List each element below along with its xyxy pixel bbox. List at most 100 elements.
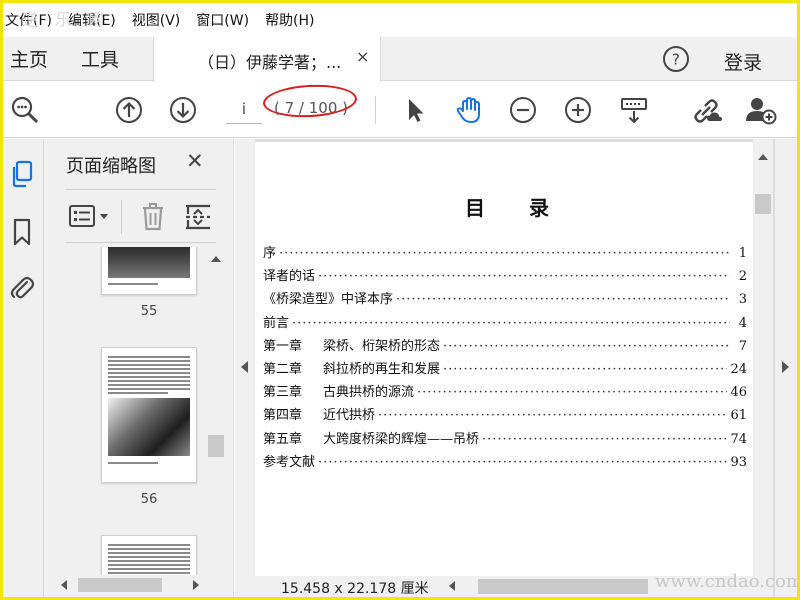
bookmark-icon[interactable] — [7, 217, 37, 247]
zoom-in-icon[interactable] — [561, 93, 595, 127]
scroll-up-arrow[interactable] — [758, 154, 768, 160]
close-panel-icon[interactable]: ✕ — [186, 149, 204, 173]
toc-entry[interactable]: 《桥梁造型》中译本序 ······························… — [263, 288, 747, 311]
tab-home[interactable]: 主页 — [10, 45, 48, 72]
page-number-input[interactable]: i — [226, 94, 262, 124]
left-collapse-bar[interactable] — [235, 139, 255, 597]
right-collapse-bar[interactable] — [775, 139, 797, 597]
toc-page-number: 24 — [730, 361, 747, 377]
toc-page-number: 46 — [730, 385, 747, 401]
thumbnail-toolbar-divider — [121, 200, 122, 234]
tab-document-label: （日）伊藤学著；... — [198, 53, 342, 72]
toc-page-number: 61 — [730, 408, 747, 424]
toc-page-number: 2 — [738, 269, 747, 285]
zoom-search-icon[interactable] — [8, 93, 42, 127]
scrollbar-thumb[interactable] — [78, 578, 162, 592]
toc-title: 目录 — [465, 196, 593, 220]
toc-entry[interactable]: 第一章 梁桥、桁架桥的形态 ····························… — [263, 335, 747, 358]
thumbnail-label: 56 — [140, 492, 158, 507]
scrollbar-thumb[interactable] — [755, 194, 771, 214]
toc-entry[interactable]: 参考文献 ····································… — [263, 451, 747, 474]
scroll-left-arrow[interactable] — [449, 581, 455, 591]
trash-icon[interactable] — [140, 202, 166, 236]
scrollbar-thumb[interactable] — [208, 435, 224, 457]
scroll-left-arrow[interactable] — [61, 580, 67, 590]
toc-entry[interactable]: 前言 ······································… — [263, 312, 747, 335]
toc-page-number: 4 — [738, 315, 747, 331]
thumbnail-panel: 页面缩略图 ✕ 55 56 — [44, 139, 234, 597]
thumbnail-panel-title: 页面缩略图 — [66, 156, 156, 177]
toc-entry-title: 参考文献 — [263, 454, 316, 470]
help-icon[interactable]: ? — [662, 45, 690, 77]
toc-leader-dots: ········································… — [292, 315, 730, 331]
thumbnail-vertical-scrollbar[interactable] — [206, 247, 226, 575]
toc-leader-dots: ········································… — [318, 454, 727, 470]
collapse-right-arrow[interactable] — [782, 361, 789, 373]
collapse-left-arrow[interactable] — [241, 361, 248, 373]
toc-entry[interactable]: 译者的话 ····································… — [263, 265, 747, 288]
tab-document[interactable]: （日）伊藤学著；... × — [153, 37, 381, 82]
zoom-out-icon[interactable] — [506, 93, 540, 127]
help-symbol: ? — [672, 51, 680, 69]
menu-help[interactable]: 帮助(H) — [265, 10, 314, 30]
document-area: 目录 序 ····································… — [235, 139, 797, 597]
toc-leader-dots: ········································… — [378, 408, 728, 424]
toc-page-number: 93 — [730, 454, 747, 470]
horizontal-scrollbar-thumb[interactable] — [478, 579, 648, 594]
toc-leader-dots: ········································… — [443, 338, 730, 354]
prev-page-icon[interactable] — [112, 93, 146, 127]
thumbnail-image — [108, 247, 190, 278]
toc-entry-title: 古典拱桥的源流 — [323, 385, 415, 401]
link-icon[interactable] — [690, 93, 724, 127]
attachment-icon[interactable] — [7, 273, 37, 303]
pages-icon[interactable] — [7, 159, 37, 189]
toc-entry-title: 梁桥、桁架桥的形态 — [323, 338, 441, 354]
tab-tools[interactable]: 工具 — [81, 45, 119, 72]
close-tab-icon[interactable]: × — [356, 47, 369, 66]
watermark-bottom: www.cndao.com — [655, 571, 800, 592]
thumbnail-page-57[interactable] — [101, 535, 197, 575]
hand-tool-icon[interactable] — [452, 93, 486, 127]
toc-page-number: 74 — [730, 431, 747, 447]
thumbnail-options-icon[interactable] — [68, 203, 112, 235]
toc-page-number: 3 — [738, 292, 747, 308]
toc-entry-title: 大跨度桥梁的辉煌——吊桥 — [323, 431, 480, 447]
toolbar: i ( 7 / 100 ) — [3, 82, 797, 138]
watermark-top: 逆 乐 网 — [22, 10, 111, 29]
document-vertical-scrollbar[interactable] — [753, 139, 773, 576]
toc-entry[interactable]: 第四章 近代拱桥 ·································… — [263, 404, 747, 427]
toc-chapter: 第四章 — [263, 408, 303, 424]
toc-entry[interactable]: 序 ·······································… — [263, 242, 747, 265]
toc-chapter: 第一章 — [263, 338, 303, 354]
toc-entry-title: 斜拉桥的再生和发展 — [323, 361, 441, 377]
toc-entry[interactable]: 第二章 斜拉桥的再生和发展 ····························… — [263, 358, 747, 381]
page-extract-icon[interactable] — [184, 202, 212, 236]
thumbnail-list: 55 56 — [44, 247, 206, 575]
page-display-icon[interactable] — [617, 93, 651, 127]
login-button[interactable]: 登录 — [724, 48, 762, 75]
scroll-up-arrow[interactable] — [211, 256, 221, 262]
add-user-icon[interactable] — [744, 93, 778, 127]
toc-leader-dots: ········································… — [482, 431, 728, 447]
toc-entry-title: 译者的话 — [263, 269, 316, 285]
toc-entry-title: 《桥梁造型》中译本序 — [263, 292, 394, 308]
menu-window[interactable]: 窗口(W) — [196, 10, 249, 30]
navigation-rail — [3, 139, 44, 597]
thumbnail-page-56[interactable] — [101, 347, 197, 483]
scroll-right-arrow[interactable] — [193, 580, 199, 590]
thumbnail-horizontal-scrollbar[interactable] — [52, 575, 208, 595]
toc-leader-dots: ········································… — [279, 246, 730, 261]
toc-entry[interactable]: 第三章 古典拱桥的源流 ······························… — [263, 381, 747, 404]
select-cursor-icon[interactable] — [398, 93, 432, 127]
page-size-label: 15.458 x 22.178 厘米 — [281, 581, 429, 597]
menu-view[interactable]: 视图(V) — [132, 10, 181, 30]
document-page: 目录 序 ····································… — [255, 142, 753, 576]
toc-leader-dots: ········································… — [443, 361, 728, 377]
thumbnail-label: 55 — [140, 304, 158, 319]
toc-page-number: 1 — [738, 246, 747, 261]
next-page-icon[interactable] — [166, 93, 200, 127]
thumbnail-page-55[interactable] — [101, 247, 197, 295]
toc-leader-dots: ········································… — [396, 292, 730, 308]
toc-entry[interactable]: 第五章 大跨度桥梁的辉煌——吊桥 ·························… — [263, 428, 747, 451]
toc-chapter: 第五章 — [263, 431, 303, 447]
